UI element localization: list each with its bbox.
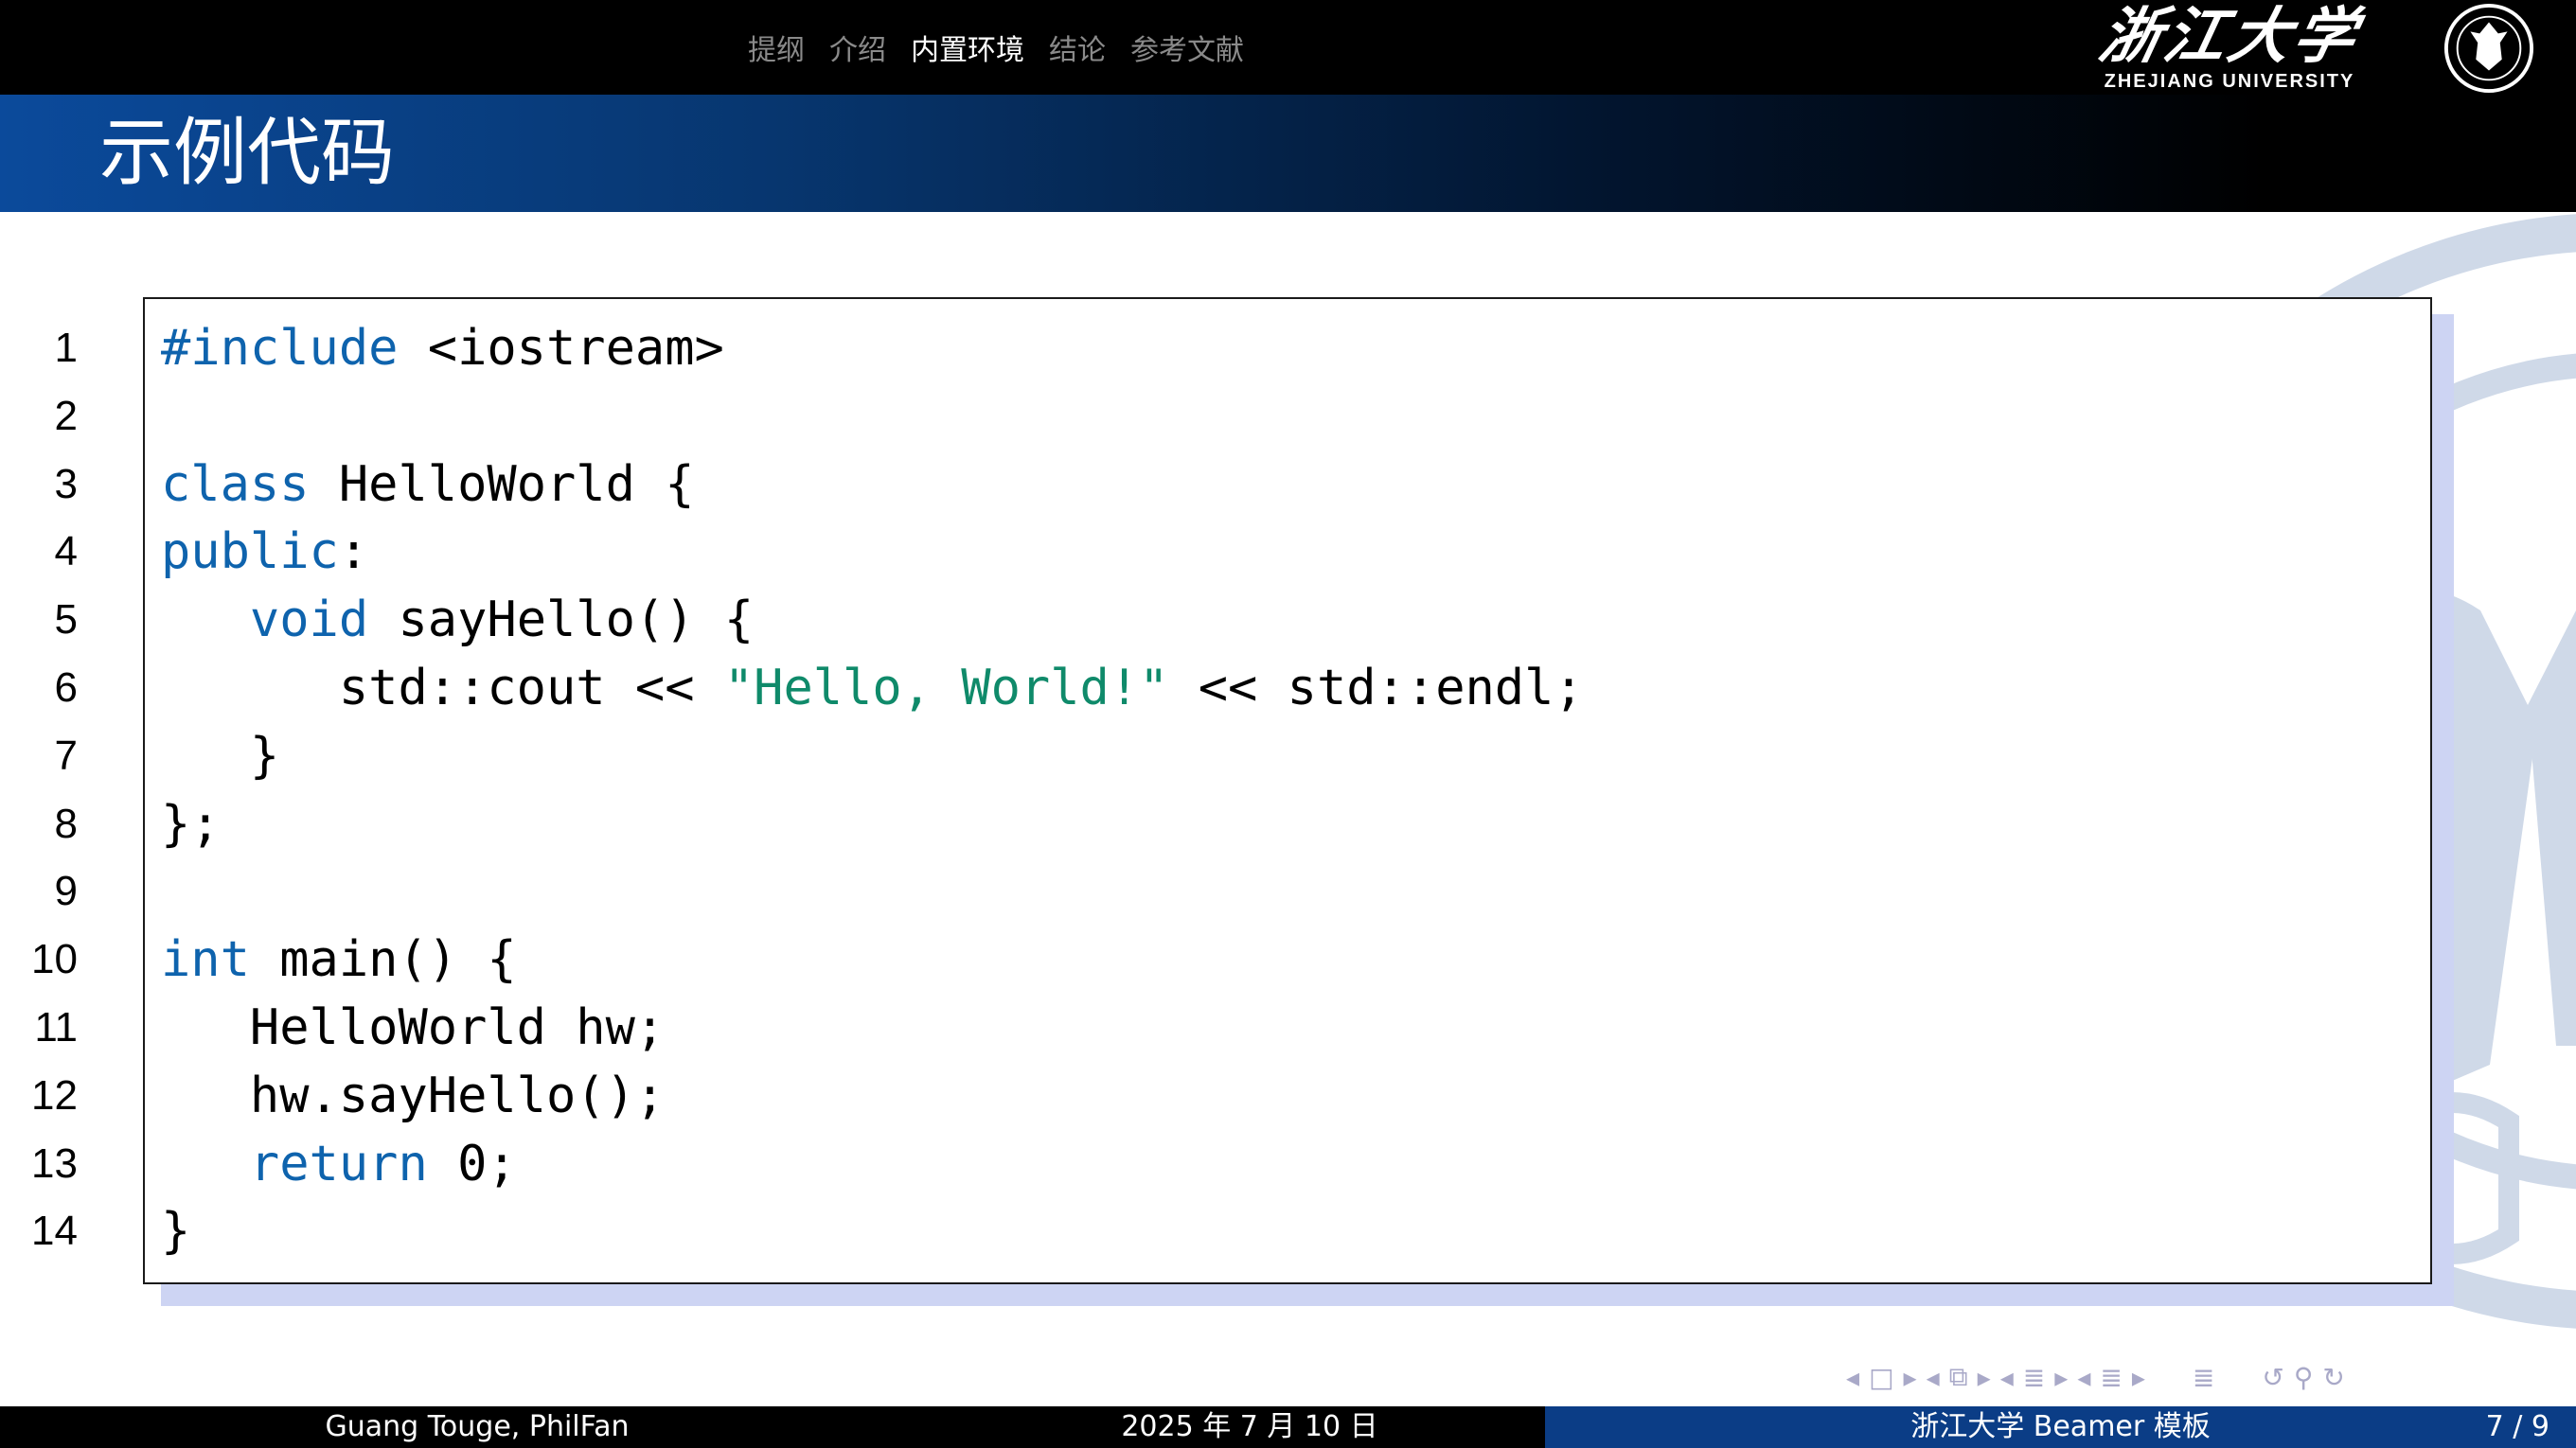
code-line: }; xyxy=(161,790,1584,858)
code-listing: #include <iostream> class HelloWorld {pu… xyxy=(161,314,1584,1265)
nav-right-arrow-icon[interactable]: ▸ xyxy=(1904,1362,1917,1393)
beamer-navigation-symbols[interactable]: ◂ □ ▸ ◂ ⧉ ▸ ◂ ≣ ▸ ◂ ≣ ▸ ≣ ↺ ⚲ ↻ xyxy=(1846,1358,2354,1396)
nav-section-item[interactable]: 提纲 xyxy=(748,26,805,68)
code-keyword: return xyxy=(249,1135,428,1192)
line-number: 12 xyxy=(31,1071,78,1119)
line-number: 1 xyxy=(54,325,78,371)
code-text: <iostream> xyxy=(398,320,724,377)
code-text: } xyxy=(161,727,280,785)
code-line: } xyxy=(161,722,1584,790)
section-navigation: 提纲 介绍 内置环境 结论 参考文献 xyxy=(748,0,1269,95)
code-keyword: #include xyxy=(161,320,399,377)
line-number: 7 xyxy=(54,732,78,779)
line-number: 5 xyxy=(54,596,78,644)
footer-authors: Guang Touge, PhilFan xyxy=(0,1406,954,1448)
nav-left-arrow-icon[interactable]: ◂ xyxy=(2000,1362,2014,1393)
code-line: int main() { xyxy=(161,926,1584,994)
appendix-icon[interactable]: ≣ xyxy=(2193,1362,2214,1393)
code-text: sayHello() { xyxy=(368,592,755,649)
line-number: 14 xyxy=(31,1208,78,1255)
page-number: 7 / 9 xyxy=(2485,1410,2549,1443)
frame-title: 示例代码 xyxy=(99,111,396,196)
code-keyword: int xyxy=(161,931,250,989)
code-line: public: xyxy=(161,518,1584,586)
nav-left-arrow-icon[interactable]: ◂ xyxy=(2077,1362,2090,1393)
line-number: 2 xyxy=(54,392,78,439)
code-line: void sayHello() { xyxy=(161,586,1584,654)
code-line: } xyxy=(161,1197,1584,1265)
nav-right-arrow-icon[interactable]: ▸ xyxy=(2054,1362,2068,1393)
footer-title-block: 浙江大学 Beamer 模板 7 / 9 xyxy=(1545,1406,2576,1448)
line-number: 10 xyxy=(31,936,78,983)
code-line: std::cout << "Hello, World!" << std::end… xyxy=(161,654,1584,722)
line-number: 4 xyxy=(54,528,78,575)
line-number: 3 xyxy=(54,460,78,507)
nav-section-item[interactable]: 介绍 xyxy=(829,26,886,68)
line-numbers: 1 2 3 4 5 6 7 8 9 10 11 12 13 14 xyxy=(0,314,78,1265)
nav-section-item[interactable]: 内置环境 xyxy=(911,26,1024,68)
back-icon[interactable]: ↺ xyxy=(2262,1362,2283,1393)
code-text: 0; xyxy=(427,1135,517,1192)
code-keyword: public xyxy=(161,523,339,581)
nav-left-arrow-icon[interactable]: ◂ xyxy=(1927,1362,1940,1393)
code-text: HelloWorld hw; xyxy=(161,998,666,1056)
line-number: 6 xyxy=(54,663,78,711)
code-keyword: void xyxy=(249,592,369,649)
line-number: 13 xyxy=(31,1139,78,1187)
code-text: : xyxy=(338,523,369,581)
footer-date: 2025 年 7 月 10 日 xyxy=(954,1406,1545,1448)
code-text: << std::endl; xyxy=(1168,659,1584,716)
code-line: hw.sayHello(); xyxy=(161,1062,1584,1130)
document-icon[interactable]: ≣ xyxy=(2100,1362,2122,1393)
line-number: 11 xyxy=(34,1003,78,1051)
forward-icon[interactable]: ↻ xyxy=(2322,1362,2344,1393)
code-text: } xyxy=(161,1203,191,1261)
code-text: hw.sayHello(); xyxy=(161,1067,666,1124)
footer-title: 浙江大学 Beamer 模板 xyxy=(1910,1410,2211,1443)
code-text: main() { xyxy=(249,931,517,989)
nav-right-arrow-icon[interactable]: ▸ xyxy=(1978,1362,1991,1393)
nav-left-arrow-icon[interactable]: ◂ xyxy=(1846,1362,1859,1393)
code-line: HelloWorld hw; xyxy=(161,994,1584,1062)
zju-logo: 浙江大学 ZHEJIANG UNIVERSITY xyxy=(2087,1,2372,95)
line-number: 8 xyxy=(54,800,78,847)
code-text: HelloWorld { xyxy=(309,455,695,513)
line-number: 9 xyxy=(54,868,78,915)
frame-icon[interactable]: □ xyxy=(1869,1362,1893,1393)
code-keyword: class xyxy=(161,455,310,513)
subsection-icon[interactable]: ⧉ xyxy=(1949,1361,1968,1393)
logo-english-text: ZHEJIANG UNIVERSITY xyxy=(2104,71,2355,92)
nav-section-item[interactable]: 结论 xyxy=(1049,26,1106,68)
code-string: "Hello, World!" xyxy=(723,659,1169,716)
code-line: #include <iostream> xyxy=(161,314,1584,382)
logo-calligraphy: 浙江大学 xyxy=(2093,1,2367,72)
code-line: class HelloWorld { xyxy=(161,450,1584,519)
section-icon[interactable]: ≣ xyxy=(2023,1362,2045,1393)
university-emblem-icon xyxy=(2443,3,2534,94)
footer: Guang Touge, PhilFan 2025 年 7 月 10 日 浙江大… xyxy=(0,1406,2576,1448)
code-line: return 0; xyxy=(161,1130,1584,1198)
nav-section-item[interactable]: 参考文献 xyxy=(1130,26,1244,68)
code-text: }; xyxy=(161,795,221,853)
search-icon[interactable]: ⚲ xyxy=(2294,1362,2314,1393)
code-text: std::cout << xyxy=(161,659,724,716)
nav-right-arrow-icon[interactable]: ▸ xyxy=(2132,1362,2145,1393)
